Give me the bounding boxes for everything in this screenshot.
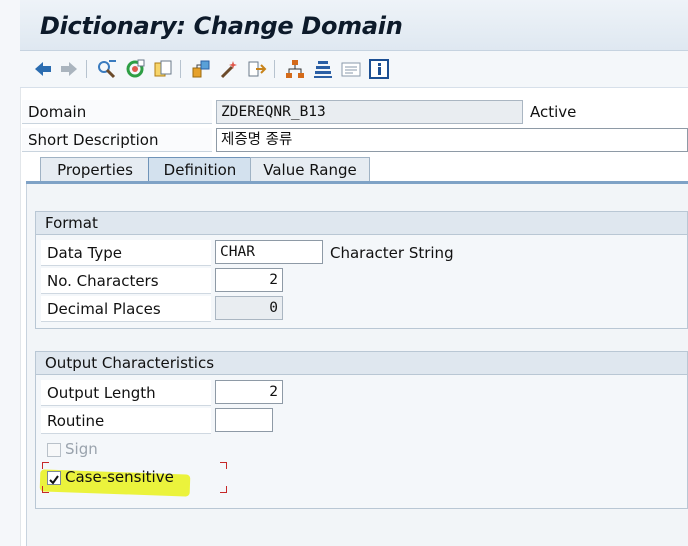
check-wand-icon[interactable] (218, 58, 240, 80)
application-toolbar (20, 51, 688, 88)
toolbar-separator (180, 60, 181, 78)
sign-label: Sign (65, 440, 98, 458)
copy-object-icon[interactable] (152, 58, 174, 80)
left-frame-strip (0, 0, 21, 546)
case-sensitive-checkbox[interactable] (47, 471, 61, 485)
focus-marker-top-left (42, 462, 49, 469)
where-used-icon[interactable] (190, 58, 212, 80)
checkmark-icon (49, 475, 59, 485)
toolbar-separator (86, 60, 87, 78)
output-group-title: Output Characteristics (36, 352, 687, 375)
routine-field[interactable] (215, 408, 273, 432)
case-sensitive-label: Case-sensitive (65, 468, 174, 486)
short-description-label: Short Description (22, 128, 212, 152)
routine-label: Routine (41, 408, 211, 434)
output-length-label: Output Length (41, 380, 211, 406)
decimal-places-field[interactable]: 0 (215, 296, 283, 320)
domain-name-field[interactable]: ZDEREQNR_B13 (216, 100, 523, 124)
tab-properties[interactable]: Properties (40, 157, 150, 181)
data-type-label: Data Type (41, 240, 211, 266)
toolbar-separator (274, 60, 275, 78)
stack-icon[interactable] (312, 58, 334, 80)
back-arrow-icon[interactable] (32, 58, 54, 80)
forward-arrow-icon[interactable] (58, 58, 80, 80)
object-list-icon[interactable] (246, 58, 268, 80)
focus-marker-bottom-left (42, 486, 49, 493)
no-characters-label: No. Characters (41, 268, 211, 294)
hierarchy-icon[interactable] (284, 58, 306, 80)
display-list-icon[interactable] (340, 58, 362, 80)
output-length-field[interactable]: 2 (215, 380, 283, 404)
domain-status: Active (530, 103, 577, 121)
domain-label: Domain (22, 100, 212, 124)
display-change-icon[interactable] (96, 58, 118, 80)
info-icon[interactable] (368, 58, 390, 80)
window-title: Dictionary: Change Domain (40, 12, 403, 40)
format-group-title: Format (36, 212, 687, 235)
data-type-description: Character String (330, 244, 454, 262)
focus-marker-bottom-right (220, 486, 227, 493)
tab-value-range[interactable]: Value Range (250, 157, 370, 181)
data-type-field[interactable]: CHAR (215, 240, 323, 264)
decimal-places-label: Decimal Places (41, 296, 211, 322)
short-description-field[interactable]: 제증명 종류 (216, 128, 688, 152)
sign-checkbox[interactable] (47, 443, 61, 457)
title-bar: Dictionary: Change Domain (20, 0, 688, 51)
focus-marker-top-right (220, 462, 227, 469)
activate-icon[interactable] (124, 58, 146, 80)
tab-definition[interactable]: Definition (148, 157, 252, 181)
no-characters-field[interactable]: 2 (215, 268, 283, 292)
